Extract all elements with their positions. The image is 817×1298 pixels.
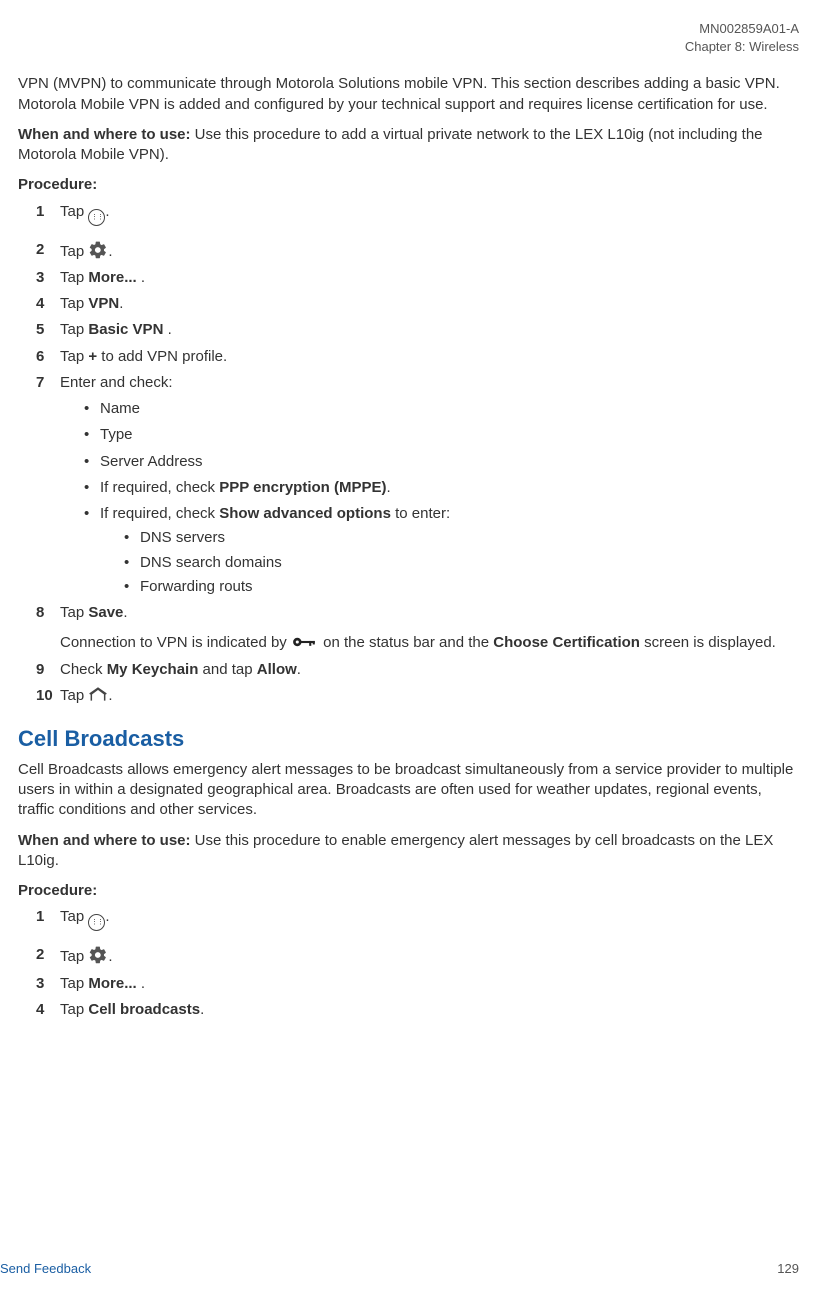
cb-step-1: 1 Tap . xyxy=(36,907,799,931)
cell-broadcasts-intro: Cell Broadcasts allows emergency alert m… xyxy=(18,760,799,821)
procedure-steps-2: 1 Tap . 2 Tap . 3 Tap More... . 4 Tap Ce… xyxy=(36,907,799,1020)
bullet-type: Type xyxy=(80,425,799,445)
step-5: 5 Tap Basic VPN . xyxy=(36,320,799,340)
chapter-label: Chapter 8: Wireless xyxy=(18,38,799,56)
when-where-label: When and where to use: xyxy=(18,126,191,143)
cb-step-3: 3 Tap More... . xyxy=(36,974,799,994)
bullet-advanced: If required, check Show advanced options… xyxy=(80,504,799,597)
bullet-name: Name xyxy=(80,399,799,419)
home-icon xyxy=(88,686,108,702)
cb-step-2: 2 Tap . xyxy=(36,945,799,967)
page-header: MN002859A01-A Chapter 8: Wireless xyxy=(18,20,799,56)
step-9: 9 Check My Keychain and tap Allow. xyxy=(36,660,799,680)
apps-icon xyxy=(88,914,105,931)
step-7-bullets: Name Type Server Address If required, ch… xyxy=(80,399,799,597)
procedure-label: Procedure: xyxy=(18,175,799,195)
bullet-dns-servers: DNS servers xyxy=(120,528,799,548)
step-4: 4 Tap VPN. xyxy=(36,294,799,314)
doc-id: MN002859A01-A xyxy=(18,20,799,38)
when-where: When and where to use: Use this procedur… xyxy=(18,125,799,166)
step-6: 6 Tap + to add VPN profile. xyxy=(36,347,799,367)
step-7: 7 Enter and check: Name Type Server Addr… xyxy=(36,373,799,597)
step-2: 2 Tap . xyxy=(36,240,799,262)
bullet-server: Server Address xyxy=(80,452,799,472)
settings-icon xyxy=(88,945,108,965)
send-feedback-link[interactable]: Send Feedback xyxy=(0,1261,91,1276)
step-3: 3 Tap More... . xyxy=(36,268,799,288)
page-footer: Send Feedback 129 xyxy=(0,1260,799,1278)
step-8: 8 Tap Save. Connection to VPN is indicat… xyxy=(36,603,799,654)
procedure-steps: 1 Tap . 2 Tap . 3 Tap More... . 4 Tap VP… xyxy=(36,202,799,707)
settings-icon xyxy=(88,240,108,260)
key-icon xyxy=(291,635,319,649)
cb-step-4: 4 Tap Cell broadcasts. xyxy=(36,1000,799,1020)
step-1: 1 Tap . xyxy=(36,202,799,226)
bullet-ppp: If required, check PPP encryption (MPPE)… xyxy=(80,478,799,498)
intro-paragraph: VPN (MVPN) to communicate through Motoro… xyxy=(18,74,799,115)
step-10: 10 Tap . xyxy=(36,686,799,706)
page-number: 129 xyxy=(777,1260,799,1278)
procedure-label-2: Procedure: xyxy=(18,881,799,901)
bullet-dns-domains: DNS search domains xyxy=(120,553,799,573)
step-8-sub: Connection to VPN is indicated by on the… xyxy=(60,633,799,653)
advanced-bullets: DNS servers DNS search domains Forwardin… xyxy=(120,528,799,597)
section-title-cell-broadcasts: Cell Broadcasts xyxy=(18,724,799,754)
cell-broadcasts-when-where: When and where to use: Use this procedur… xyxy=(18,831,799,872)
bullet-forwarding: Forwarding routs xyxy=(120,577,799,597)
apps-icon xyxy=(88,209,105,226)
